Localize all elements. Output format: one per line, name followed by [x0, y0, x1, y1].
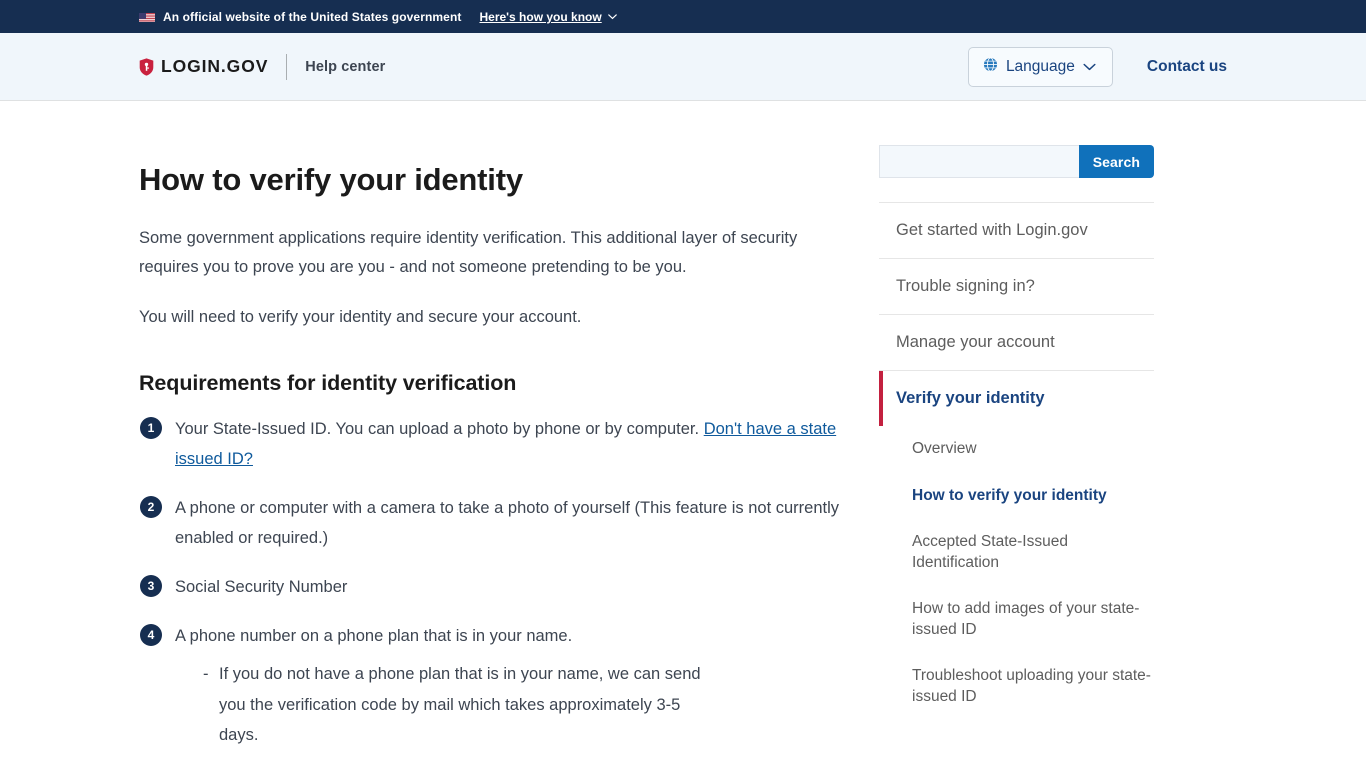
language-label: Language: [1005, 57, 1075, 75]
official-gov-banner: An official website of the United States…: [0, 0, 1366, 33]
intro-paragraph-1: Some government applications require ide…: [139, 229, 798, 276]
requirement-sub-list: If you do not have a phone plan that is …: [175, 659, 839, 751]
banner-text: An official website of the United States…: [163, 9, 462, 24]
requirement-text: Your State-Issued ID. You can upload a p…: [175, 420, 704, 439]
header-divider: [286, 53, 288, 80]
sidebar: Search Get started with Login.gov Trouble…: [879, 101, 1154, 768]
requirement-item: 1 Your State-Issued ID. You can upload a …: [139, 414, 839, 474]
chevron-down-icon: [1083, 58, 1096, 76]
sidebar-subnav-item[interactable]: How to add images of your state-issued I…: [879, 586, 1154, 653]
requirement-sub-item: If you do not have a phone plan that is …: [203, 659, 703, 751]
requirement-item: 4 A phone number on a phone plan that is …: [139, 621, 839, 751]
sidebar-subnav-item[interactable]: Accepted State-Issued Identification: [879, 519, 1154, 586]
us-flag-icon: [139, 11, 155, 22]
heres-how-you-know-link[interactable]: Here's how you know: [479, 9, 617, 24]
intro-paragraph-2: You will need to verify your identity an…: [139, 307, 582, 326]
requirements-list: 1 Your State-Issued ID. You can upload a …: [139, 414, 839, 751]
requirement-number-badge: 4: [140, 624, 162, 647]
sidebar-nav-item[interactable]: Trouble signing in?: [879, 259, 1154, 316]
brand-name: LOGIN.GOV: [161, 56, 269, 76]
search-input[interactable]: [879, 145, 1079, 178]
logo-link[interactable]: LOGIN.GOV: [139, 56, 268, 77]
requirement-number-badge: 1: [140, 417, 162, 440]
help-center-label: Help center: [305, 58, 386, 75]
requirement-item: 3 Social Security Number: [139, 572, 839, 602]
sidebar-subnav-item[interactable]: Overview: [879, 426, 1154, 472]
page-body: How to verify your identity Some governm…: [0, 101, 1366, 768]
requirement-text: A phone number on a phone plan that is i…: [175, 627, 573, 646]
sidebar-nav: Get started with Login.gov Trouble signin…: [879, 202, 1154, 427]
sidebar-nav-item[interactable]: Verify your identity: [879, 371, 1154, 427]
requirement-number-badge: 3: [140, 575, 162, 598]
requirement-number-badge: 2: [140, 496, 162, 519]
header-right: Language Contact us: [967, 46, 1227, 87]
globe-icon: [983, 57, 998, 77]
login-gov-shield-icon: [139, 57, 154, 76]
search-button[interactable]: Search: [1078, 145, 1154, 178]
search-form: Search: [879, 145, 1154, 178]
main-content: How to verify your identity Some governm…: [139, 101, 879, 768]
page-title: How to verify your identity: [139, 162, 523, 197]
contact-us-link[interactable]: Contact us: [1147, 58, 1227, 76]
sidebar-nav-item[interactable]: Get started with Login.gov: [879, 203, 1154, 260]
requirement-text: A phone or computer with a camera to tak…: [175, 499, 840, 548]
sidebar-subnav-item[interactable]: How to verify your identity: [879, 473, 1154, 519]
sidebar-subnav: Overview How to verify your identity Accep…: [879, 426, 1154, 720]
sidebar-subnav-item[interactable]: Troubleshoot uploading your state-issued…: [879, 653, 1154, 720]
chevron-down-icon: [607, 9, 617, 23]
requirement-item: 2 A phone or computer with a camera to ta…: [139, 493, 839, 553]
banner-link-label: Here's how you know: [479, 10, 602, 24]
site-header: LOGIN.GOV Help center Language Contact u…: [0, 33, 1366, 101]
language-button[interactable]: Language: [967, 46, 1113, 87]
banner-inner: An official website of the United States…: [139, 9, 617, 24]
requirements-heading: Requirements for identity verification: [139, 371, 517, 396]
sidebar-nav-item[interactable]: Manage your account: [879, 315, 1154, 372]
requirement-text: Social Security Number: [175, 578, 348, 597]
